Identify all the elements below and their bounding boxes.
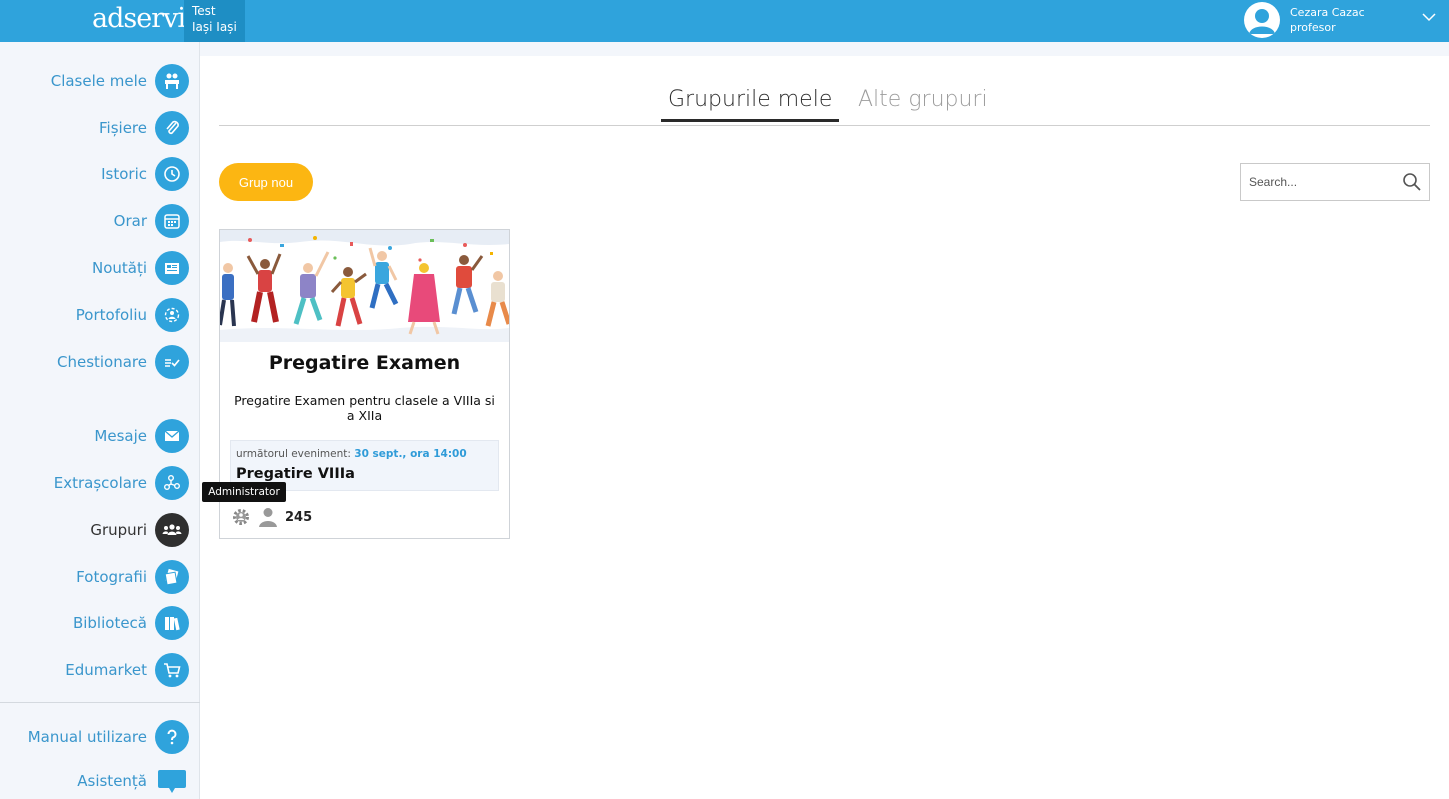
sidebar-item-clasele-mele[interactable]: Clasele mele <box>51 63 189 99</box>
sidebar-item-label: Istoric <box>101 165 147 183</box>
sidebar-item-label: Asistență <box>77 772 147 790</box>
sidebar-item-label: Clasele mele <box>50 72 147 90</box>
group-cover-image <box>220 230 509 342</box>
sidebar-item-label: Edumarket <box>65 661 147 679</box>
main-content: Grupurile mele Alte grupuri Grup nou Sea… <box>200 56 1449 799</box>
books-icon <box>155 606 189 640</box>
school-selector[interactable]: Test Iași Iași <box>184 0 245 42</box>
members-icon <box>259 508 277 527</box>
search-box <box>1240 163 1430 201</box>
avatar[interactable] <box>1244 2 1280 38</box>
top-bar: adservio Test Iași Iași Cezara Cazac pro… <box>0 0 1449 42</box>
sidebar-item-fotografii[interactable]: Fotografii <box>76 559 189 595</box>
gear-icon[interactable] <box>230 506 252 528</box>
sidebar-item-asistenta[interactable]: Asistență <box>77 763 189 799</box>
next-event-meta: următorul eveniment: 30 sept., ora 14:00 <box>236 448 467 460</box>
group-tabs: Grupurile mele Alte grupuri <box>219 83 1430 126</box>
sidebar-item-label: Noutăți <box>91 259 147 277</box>
next-event-name: Pregatire VIIIa <box>236 466 355 482</box>
tab-alte-grupuri[interactable]: Alte grupuri <box>851 87 995 119</box>
paperclip-icon <box>155 111 189 145</box>
new-group-button[interactable]: Grup nou <box>219 163 313 201</box>
sidebar-item-mesaje[interactable]: Mesaje <box>94 418 189 454</box>
sidebar-item-portofoliu[interactable]: Portofoliu <box>76 297 189 333</box>
sidebar-item-label: Extrașcolare <box>53 474 147 492</box>
sidebar-item-label: Fotografii <box>76 568 147 586</box>
envelope-icon <box>155 419 189 453</box>
sidebar-item-manual-utilizare[interactable]: Manual utilizare <box>28 719 189 755</box>
calendar-icon <box>155 204 189 238</box>
group-footer: 245 <box>230 505 312 529</box>
school-city: Iași Iași <box>192 20 237 34</box>
group-title[interactable]: Pregatire Examen <box>220 352 509 374</box>
network-icon <box>155 466 189 500</box>
sidebar-item-grupuri[interactable]: Grupuri <box>90 512 189 548</box>
sidebar-item-orar[interactable]: Orar <box>114 203 189 239</box>
sidebar-item-edumarket[interactable]: Edumarket <box>65 652 189 688</box>
news-icon <box>155 251 189 285</box>
sidebar-item-label: Manual utilizare <box>27 728 147 746</box>
user-name: Cezara Cazac <box>1290 6 1365 19</box>
history-icon <box>155 157 189 191</box>
tab-grupurile-mele[interactable]: Grupurile mele <box>661 87 840 122</box>
chat-icon <box>155 764 189 798</box>
school-name: Test <box>192 4 216 18</box>
sidebar-item-biblioteca[interactable]: Bibliotecă <box>73 605 189 641</box>
sidebar-item-label: Fișiere <box>99 119 147 137</box>
next-event-prefix: următorul eveniment: <box>236 448 351 460</box>
sidebar-item-label: Portofoliu <box>75 306 147 324</box>
question-icon <box>155 720 189 754</box>
sidebar-item-label: Mesaje <box>94 427 147 445</box>
next-event-date: 30 sept., ora 14:00 <box>354 448 467 460</box>
tooltip: Administrator <box>202 482 286 502</box>
classroom-icon <box>155 64 189 98</box>
user-role: profesor <box>1290 21 1336 34</box>
cart-icon <box>155 653 189 687</box>
members-count: 245 <box>285 509 313 525</box>
portfolio-icon <box>155 298 189 332</box>
sidebar-item-noutati[interactable]: Noutăți <box>92 250 189 286</box>
sidebar-item-label: Chestionare <box>56 353 147 371</box>
group-description: Pregatire Examen pentru clasele a VIIIa … <box>234 393 495 423</box>
sidebar-item-extrascolare[interactable]: Extrașcolare <box>54 465 189 501</box>
search-input[interactable] <box>1241 164 1396 200</box>
sidebar-divider <box>0 702 200 703</box>
sidebar-item-chestionare[interactable]: Chestionare <box>57 344 189 380</box>
sidebar: Clasele mele Fișiere Istoric Orar Noutăț… <box>0 42 200 799</box>
sidebar-item-fisiere[interactable]: Fișiere <box>99 110 189 146</box>
group-icon <box>155 513 189 547</box>
sidebar-item-istoric[interactable]: Istoric <box>101 156 189 192</box>
chevron-down-icon[interactable] <box>1422 12 1436 22</box>
photos-icon <box>155 560 189 594</box>
checklist-icon <box>155 345 189 379</box>
sidebar-item-label: Orar <box>113 212 147 230</box>
sidebar-item-label: Grupuri <box>90 521 147 539</box>
sidebar-item-label: Bibliotecă <box>72 614 147 632</box>
search-icon[interactable] <box>1402 172 1422 192</box>
logo[interactable]: adservio <box>92 2 184 38</box>
